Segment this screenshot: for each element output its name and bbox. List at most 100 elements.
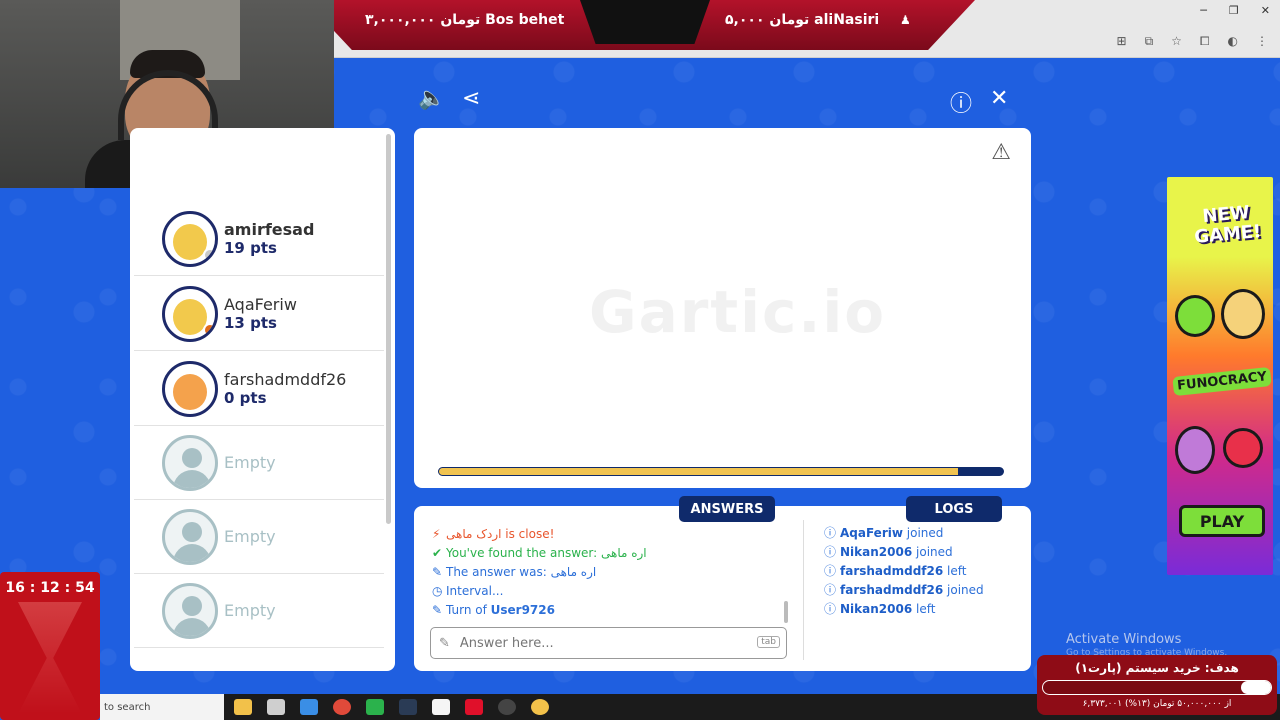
ad-characters-2	[1173, 422, 1267, 477]
status-dot	[203, 322, 215, 337]
mail-icon[interactable]	[300, 699, 318, 715]
avatar	[162, 360, 218, 417]
log-user: AqaFeriw	[840, 526, 903, 540]
hourglass-icon	[18, 602, 82, 714]
log-action: left	[947, 564, 967, 578]
chat-text: You've found the answer: اره ماهی	[446, 546, 647, 560]
avatar	[162, 285, 218, 342]
chat-message-faded	[432, 516, 792, 525]
window-controls: ─ ❐ ✕	[1200, 4, 1270, 17]
chat-scrollbar[interactable]	[784, 601, 788, 623]
advertisement[interactable]: NEW GAME! FUNOCRACY PLAY	[1167, 177, 1273, 575]
log-action: joined	[916, 545, 953, 559]
logs-list: ⓘ AqaFeriw joined ⓘ Nikan2006 joined ⓘ fars…	[824, 524, 984, 619]
ghost-head	[182, 447, 202, 468]
log-action: joined	[906, 526, 944, 540]
translate-icon[interactable]: ⊞	[1117, 34, 1127, 49]
ad-bearded-character	[1175, 426, 1215, 474]
player-points: 0 pts	[224, 389, 267, 407]
goal-fill	[1241, 681, 1271, 694]
player-info: amirfesad 19 pts	[224, 220, 314, 257]
chat-message: ✎ Turn of User9726	[432, 601, 792, 620]
donation-right: ۵,۰۰۰ تومان aliNasiri	[725, 12, 880, 28]
calculator-icon[interactable]	[267, 699, 285, 715]
ghost-body	[173, 469, 211, 488]
ghost-head	[182, 595, 202, 616]
player-info: farshadmddf26 0 pts	[224, 370, 346, 407]
sound-icon[interactable]: 🔈	[418, 86, 445, 111]
empty-slot: Empty	[134, 500, 384, 574]
empty-label: Empty	[224, 453, 276, 472]
info-icon[interactable]: ⓘ	[950, 86, 972, 118]
player-name: farshadmddf26	[224, 370, 347, 389]
answer-input-box[interactable]: ✎ tab	[430, 627, 787, 659]
extensions-icon[interactable]: ⧠	[1200, 34, 1210, 49]
ghost-body	[173, 543, 211, 562]
log-entry: ⓘ AqaFeriw joined	[824, 524, 984, 543]
chat-message: ◷ Interval...	[432, 582, 792, 601]
chat-text: Turn of	[446, 603, 491, 617]
pencil-icon: ✎	[432, 565, 443, 579]
player-name: AqaFeriw	[224, 295, 297, 314]
tab-key-hint: tab	[757, 636, 780, 648]
log-entry: ⓘ Nikan2006 left	[824, 600, 984, 619]
ghost-head	[182, 521, 202, 542]
pencil-icon: ✎	[439, 635, 450, 651]
taskbar-search[interactable]: to search	[100, 694, 224, 720]
ad-brand: FUNOCRACY	[1172, 366, 1272, 397]
answers-list: ⚡ اردک ماهی is close! ✔ You've found the a…	[432, 516, 792, 620]
drawing-canvas[interactable]: Gartic.io ⚠	[414, 128, 1031, 488]
avatar-face	[173, 223, 207, 260]
timer-text: 16 : 12 : 54	[5, 580, 95, 596]
answer-input[interactable]	[459, 635, 740, 651]
goal-title: هدف: خرید سیستم (پارت۱)	[1075, 661, 1239, 675]
progress-fill	[439, 468, 958, 475]
ad-play-button[interactable]: PLAY	[1179, 505, 1265, 537]
photos-icon[interactable]	[432, 699, 450, 715]
check-icon: ✔	[432, 546, 443, 560]
empty-avatar	[162, 582, 218, 639]
more-menu-icon[interactable]: ⋮	[1256, 34, 1268, 49]
donation-goal: هدف: خرید سیستم (پارت۱) ۶,۳۷۳,۰۰۱ از ۵۰,…	[1037, 655, 1277, 715]
players-scrollbar[interactable]	[386, 134, 391, 524]
bookmark-star-icon[interactable]: ☆	[1171, 34, 1182, 49]
warning-icon[interactable]: ⚠	[991, 140, 1011, 165]
players-panel: amirfesad 19 pts AqaFeriw 13 pts farshad…	[130, 128, 395, 671]
donation-banner: ۳,۰۰۰,۰۰۰ تومان Bos behet ۵,۰۰۰ تومان al…	[305, 0, 975, 50]
log-user: farshadmddf26	[840, 564, 944, 578]
clock-icon: ◷	[432, 584, 443, 598]
banner-center	[580, 0, 710, 44]
empty-label: Empty	[224, 601, 276, 620]
time-progress-bar	[438, 467, 1004, 476]
chrome-icon[interactable]	[333, 699, 351, 715]
empty-slot: Empty	[134, 426, 384, 500]
profile-icon[interactable]: ◐	[1228, 34, 1238, 49]
chat-text: اردک ماهی is close!	[446, 527, 555, 541]
file-explorer-icon[interactable]	[234, 699, 252, 715]
shield-app-icon[interactable]	[366, 699, 384, 715]
player-row[interactable]: farshadmddf26 0 pts	[134, 352, 384, 426]
player-row[interactable]: AqaFeriw 13 pts	[134, 277, 384, 351]
cast-icon[interactable]: ⧉	[1145, 34, 1154, 49]
app-yellow-icon[interactable]	[531, 699, 549, 715]
info-icon: ⓘ	[824, 564, 837, 578]
log-action: joined	[947, 583, 984, 597]
chat-username: User9726	[490, 603, 555, 617]
steam-icon[interactable]	[399, 699, 417, 715]
obs-icon[interactable]	[498, 699, 516, 715]
status-dot	[203, 247, 215, 262]
player-row[interactable]: amirfesad 19 pts	[134, 202, 384, 276]
avatar-face	[173, 373, 207, 410]
chat-text: The answer was:	[446, 565, 551, 579]
share-icon[interactable]: ⋖	[462, 86, 480, 111]
restore-icon[interactable]: ❐	[1229, 4, 1239, 17]
log-entry: ⓘ farshadmddf26 left	[824, 562, 984, 581]
ghost-body	[173, 617, 211, 636]
tab-logs[interactable]: LOGS	[906, 496, 1002, 522]
close-game-icon[interactable]: ✕	[990, 86, 1008, 111]
chat-text: Interval...	[446, 584, 504, 598]
minimize-icon[interactable]: ─	[1200, 4, 1207, 17]
close-window-icon[interactable]: ✕	[1261, 4, 1270, 17]
player-info: AqaFeriw 13 pts	[224, 295, 297, 332]
app-red-icon[interactable]	[465, 699, 483, 715]
